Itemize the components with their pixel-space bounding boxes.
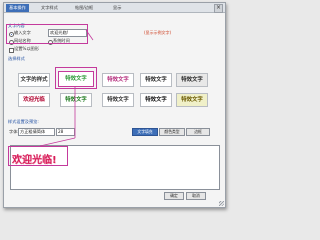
callout-line [39,137,76,147]
callout-lines [39,29,94,147]
callout-line [85,29,94,41]
